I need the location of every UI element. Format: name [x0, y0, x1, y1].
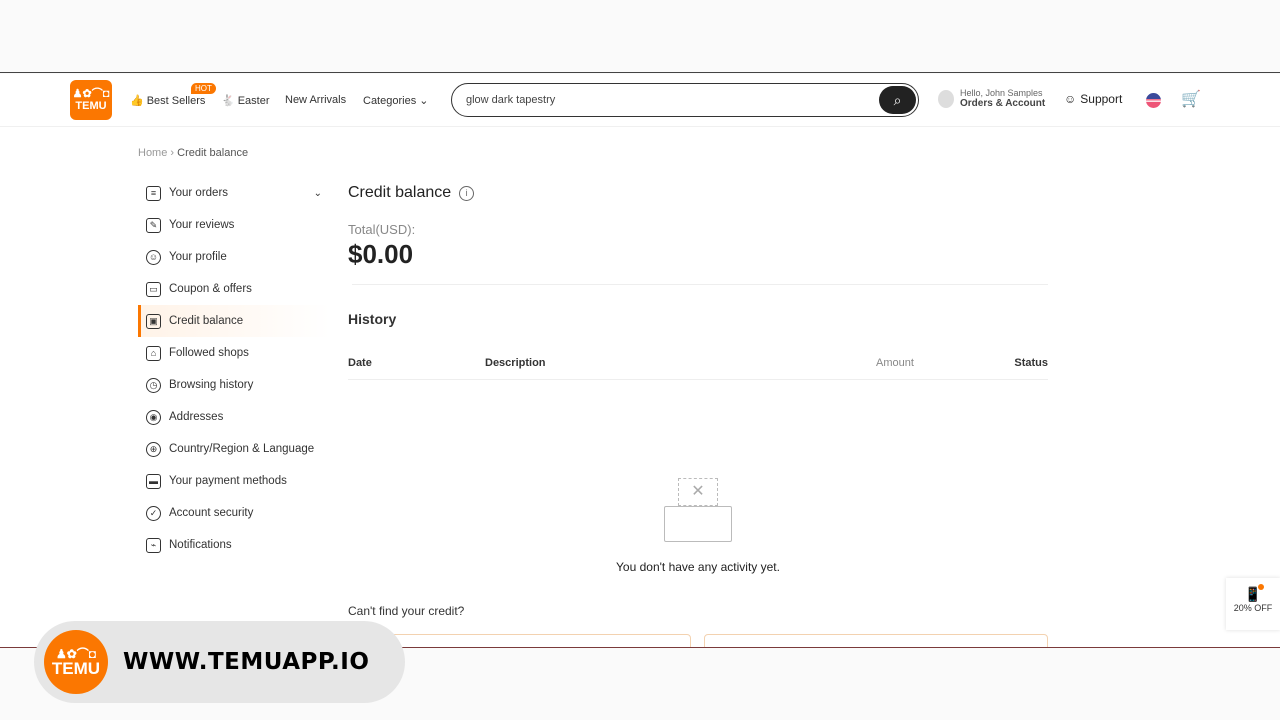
phone-icon: 📱 — [1244, 586, 1262, 602]
search-input[interactable]: glow dark tapestry ⌕ — [451, 83, 919, 117]
breadcrumb-current: Credit balance — [177, 147, 249, 159]
rabbit-icon: 🐇 — [221, 95, 235, 107]
account-menu[interactable]: Hello, John Samples Orders & Account — [938, 88, 1045, 109]
sidebar-item-label: Country/Region & Language — [169, 443, 315, 455]
logo-text: TEMU — [75, 100, 107, 112]
sidebar-item-label: Your orders — [169, 187, 229, 199]
history-heading: History — [348, 311, 397, 327]
support-label: Support — [1080, 92, 1123, 106]
chevron-down-icon[interactable]: ⌄ — [314, 188, 322, 199]
nav-categories[interactable]: Categories ⌄ — [363, 94, 429, 108]
sidebar-item-label: Addresses — [169, 411, 224, 423]
coupon-icon: ▭ — [146, 281, 161, 297]
empty-box-icon: ✕ — [664, 478, 732, 542]
col-amount: Amount — [876, 357, 914, 369]
temu-logo[interactable]: ♟✿⌒◘ TEMU — [70, 80, 112, 120]
greeting: Hello, John Samples — [960, 88, 1043, 98]
sidebar-item-label: Notifications — [169, 539, 232, 551]
sidebar-item-label: Your payment methods — [169, 475, 287, 487]
total-amount: $0.00 — [348, 239, 414, 269]
logo-glyphs: ♟✿⌒◘ — [55, 646, 97, 661]
sidebar-item-your-profile[interactable]: ☺ Your profile — [138, 241, 330, 273]
watermark-text: WWW.TEMUAPP.IO — [123, 649, 370, 675]
col-status: Status — [1014, 357, 1048, 369]
info-icon[interactable]: i — [459, 185, 475, 201]
sidebar-item-label: Your reviews — [169, 219, 235, 231]
smile-icon: ☺ — [1064, 92, 1077, 106]
orders-account: Orders & Account — [960, 98, 1046, 109]
nav-best-sellers[interactable]: 👍 Best Sellers — [130, 94, 206, 108]
col-description: Description — [485, 357, 546, 369]
sidebar-item-your-payment-methods[interactable]: ▬ Your payment methods — [138, 465, 330, 497]
sidebar-item-your-orders[interactable]: ≡ Your orders ⌄ — [138, 177, 330, 209]
page: ♟✿⌒◘ TEMU 👍 Best Sellers HOT 🐇 Easter New A… — [0, 74, 1280, 647]
sidebar: ≡ Your orders ⌄ ✎ Your reviews ☺ Your profile ▭… — [138, 177, 330, 561]
breadcrumb-home[interactable]: Home — [138, 147, 167, 159]
search-icon: ⌕ — [893, 91, 902, 108]
sidebar-item-label: Followed shops — [169, 347, 249, 359]
nav-easter[interactable]: 🐇 Easter — [221, 94, 270, 108]
breadcrumb-sep: › — [170, 147, 175, 159]
page-title: Credit balance — [348, 184, 452, 201]
sidebar-item-browsing-history[interactable]: ◷ Browsing history — [138, 369, 330, 401]
watermark-logo: ♟✿⌒◘ TEMU — [44, 630, 108, 694]
globe-icon: ⊕ — [146, 441, 161, 457]
search-value: glow dark tapestry — [466, 94, 556, 106]
us-flag-icon[interactable] — [1146, 93, 1161, 108]
cant-find-heading: Can't find your credit? — [348, 604, 465, 618]
sidebar-item-country-region-language[interactable]: ⊕ Country/Region & Language — [138, 433, 330, 465]
profile-icon: ☺ — [146, 249, 161, 265]
sidebar-item-label: Account security — [169, 507, 254, 519]
header: ♟✿⌒◘ TEMU 👍 Best Sellers HOT 🐇 Easter New A… — [0, 74, 1280, 127]
sidebar-item-coupon-offers[interactable]: ▭ Coupon & offers — [138, 273, 330, 305]
sidebar-item-label: Coupon & offers — [169, 283, 252, 295]
search-button[interactable]: ⌕ — [879, 86, 916, 114]
sidebar-item-notifications[interactable]: ⌁ Notifications — [138, 529, 330, 561]
nav-label: New Arrivals — [285, 94, 347, 106]
promo-label: 20% OFF — [1233, 603, 1273, 613]
top-band — [0, 0, 1280, 73]
col-date: Date — [348, 357, 372, 369]
logo-text: TEMU — [51, 658, 101, 678]
reviews-icon: ✎ — [146, 217, 161, 233]
chevron-down-icon: ⌄ — [419, 95, 429, 107]
history-table-header: Date Description Amount Status — [348, 357, 1048, 380]
nav-label: Best Sellers — [146, 94, 206, 107]
shield-icon: ✓ — [146, 505, 161, 521]
sidebar-item-your-reviews[interactable]: ✎ Your reviews — [138, 209, 330, 241]
hot-badge: HOT — [191, 83, 216, 94]
clock-icon: ◷ — [146, 377, 161, 393]
watermark-banner: ♟✿⌒◘ TEMU WWW.TEMUAPP.IO — [34, 621, 405, 703]
total-label: Total(USD): — [348, 222, 416, 237]
sidebar-item-credit-balance[interactable]: ▣ Credit balance — [138, 305, 330, 337]
breadcrumb: Home › Credit balance — [138, 147, 248, 159]
sidebar-item-followed-shops[interactable]: ⌂ Followed shops — [138, 337, 330, 369]
avatar — [938, 89, 954, 108]
divider — [352, 284, 1048, 285]
nav-label: Categories — [363, 94, 417, 107]
sidebar-item-label: Your profile — [169, 251, 227, 263]
wallet-icon: ▣ — [146, 313, 161, 329]
card-icon: ▬ — [146, 473, 161, 489]
sidebar-item-account-security[interactable]: ✓ Account security — [138, 497, 330, 529]
location-icon: ◉ — [146, 409, 161, 425]
thumbs-up-icon: 👍 — [130, 95, 144, 107]
sidebar-item-label: Credit balance — [169, 315, 244, 327]
shop-icon: ⌂ — [146, 345, 161, 361]
main-content: Credit balance i Total(USD): $0.00 Histor… — [348, 184, 1048, 647]
logo-glyphs: ♟✿⌒◘ — [72, 87, 110, 100]
cart-icon[interactable]: 🛒 — [1181, 89, 1201, 109]
notification-dot — [1258, 584, 1264, 590]
nav-new-arrivals[interactable]: New Arrivals — [285, 94, 346, 106]
sidebar-item-addresses[interactable]: ◉ Addresses — [138, 401, 330, 433]
sidebar-item-label: Browsing history — [169, 379, 254, 391]
orders-icon: ≡ — [146, 185, 161, 201]
nav-label: Easter — [237, 94, 270, 107]
support-button[interactable]: ☺ Support — [1064, 92, 1122, 106]
promo-widget[interactable]: 📱 20% OFF — [1226, 578, 1280, 630]
empty-message: You don't have any activity yet. — [616, 560, 780, 574]
help-card[interactable] — [704, 634, 1048, 647]
bell-icon: ⌁ — [146, 537, 161, 553]
